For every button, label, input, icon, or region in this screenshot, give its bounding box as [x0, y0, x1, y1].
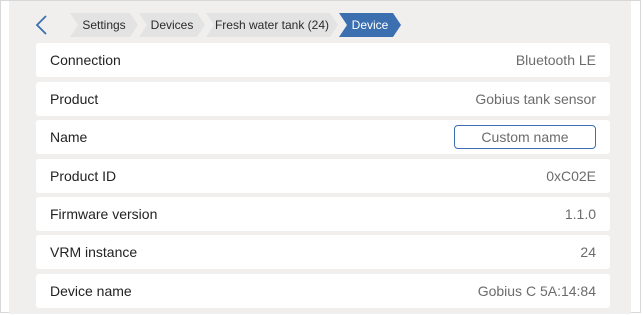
row-label: Connection — [50, 52, 121, 68]
row-device-name: Device name Gobius C 5A:14:84 — [36, 274, 610, 308]
back-button[interactable] — [32, 14, 52, 36]
row-name: Name — [36, 120, 610, 154]
row-label: Firmware version — [50, 206, 158, 222]
breadcrumb: Settings Devices Fresh water tank (24) D… — [28, 10, 628, 40]
breadcrumb-item-settings[interactable]: Settings — [70, 13, 138, 37]
breadcrumb-item-device[interactable]: Device — [339, 13, 401, 37]
breadcrumb-item-devices[interactable]: Devices — [139, 13, 205, 37]
row-value: 1.1.0 — [564, 206, 596, 222]
row-value: Gobius C 5A:14:84 — [477, 283, 596, 299]
row-value: Gobius tank sensor — [475, 91, 596, 107]
row-value: Bluetooth LE — [515, 52, 596, 68]
row-connection: Connection Bluetooth LE — [36, 43, 610, 77]
row-label: VRM instance — [50, 244, 138, 260]
row-firmware-version: Firmware version 1.1.0 — [36, 197, 610, 231]
row-label: Device name — [50, 283, 132, 299]
row-label: Product — [50, 91, 99, 107]
row-product: Product Gobius tank sensor — [36, 82, 610, 116]
breadcrumb-item-fresh-water-tank[interactable]: Fresh water tank (24) — [206, 13, 338, 37]
custom-name-input[interactable] — [454, 125, 596, 149]
row-value: 24 — [580, 244, 596, 260]
row-vrm-instance: VRM instance 24 — [36, 235, 610, 269]
chevron-left-icon — [35, 15, 47, 35]
row-product-id: Product ID 0xC02E — [36, 159, 610, 193]
row-label: Product ID — [50, 168, 117, 184]
row-label: Name — [50, 129, 88, 145]
row-value: 0xC02E — [546, 168, 596, 184]
